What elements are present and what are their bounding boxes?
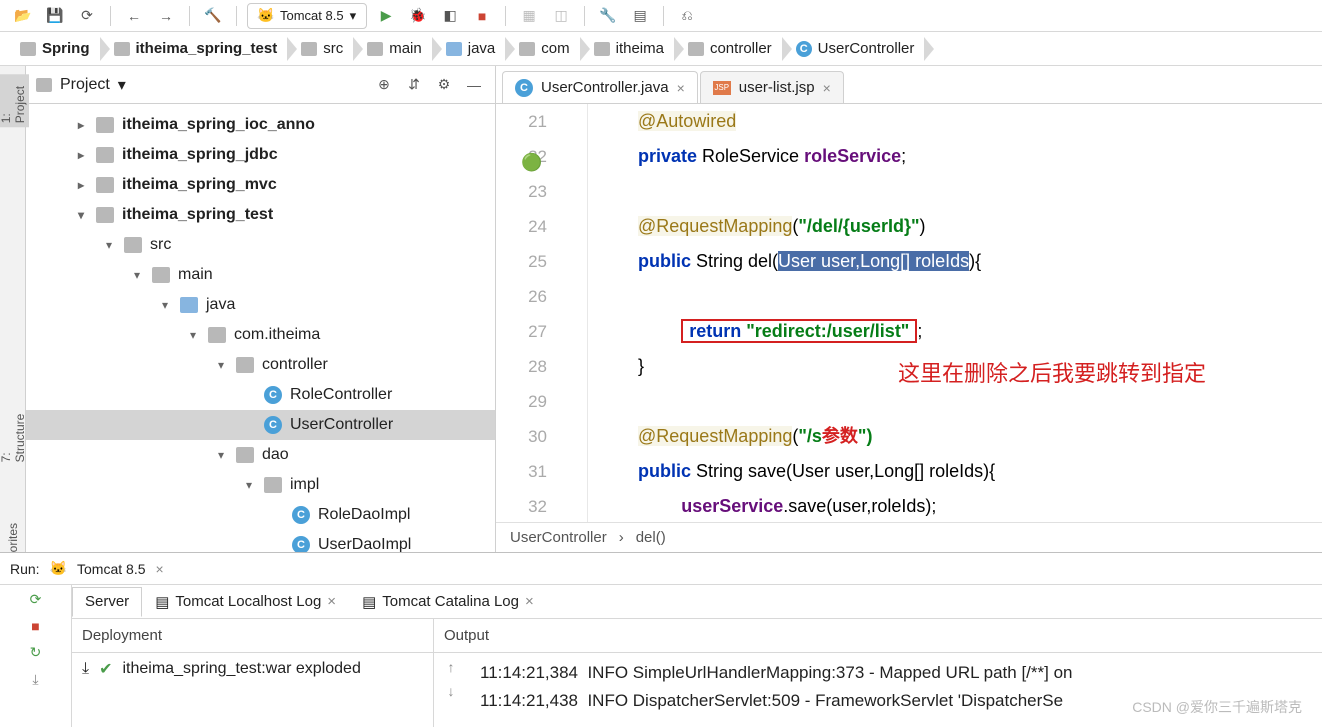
console-output[interactable]: 11:14:21,384 INFO SimpleUrlHandlerMappin… bbox=[468, 653, 1322, 727]
tomcat-icon: 🐱 bbox=[258, 8, 274, 24]
tree-item[interactable]: ▾dao bbox=[26, 440, 495, 470]
project-tool-button[interactable]: 1: Project bbox=[0, 74, 29, 127]
collapse-icon[interactable]: ⇵ bbox=[403, 74, 425, 96]
run-panel: Run: 🐱 Tomcat 8.5 × ⟳ ■ ↻ ⤓ Server ▤Tomc… bbox=[0, 552, 1322, 727]
tree-item[interactable]: CRoleDaoImpl bbox=[26, 500, 495, 530]
tree-item[interactable]: ▸itheima_spring_jdbc bbox=[26, 140, 495, 170]
stop-icon[interactable]: ■ bbox=[31, 618, 39, 634]
run-config-name: Tomcat 8.5 bbox=[77, 561, 145, 577]
tomcat-icon: 🐱 bbox=[50, 560, 67, 577]
close-icon[interactable]: × bbox=[823, 80, 831, 96]
run-config-selector[interactable]: 🐱 Tomcat 8.5 ▾ bbox=[247, 3, 367, 29]
close-icon[interactable]: × bbox=[525, 593, 534, 610]
run-side-toolbar: ⟳ ■ ↻ ⤓ bbox=[0, 585, 72, 727]
down-icon[interactable]: ↓ bbox=[448, 683, 455, 699]
layout2-icon[interactable]: ◫ bbox=[548, 4, 574, 28]
crumb-class[interactable]: UserController bbox=[510, 529, 607, 546]
rerun-icon[interactable]: ⟳ bbox=[30, 591, 42, 608]
deployment-item[interactable]: ⤓ ✔ itheima_spring_test:war exploded bbox=[72, 653, 433, 685]
tree-item[interactable]: ▸itheima_spring_ioc_anno bbox=[26, 110, 495, 140]
project-tree[interactable]: ▸itheima_spring_ioc_anno▸itheima_spring_… bbox=[26, 104, 495, 552]
line-gutter: 21 22🟢 23 24 25 26 27 28 29 30 31 32 bbox=[496, 104, 588, 522]
crumb-java[interactable]: java bbox=[434, 34, 508, 64]
favorites-tool-button[interactable]: orites bbox=[6, 523, 20, 552]
chevron-down-icon: ▾ bbox=[350, 8, 357, 24]
close-icon[interactable]: × bbox=[677, 80, 685, 96]
annotation-note: 这里在删除之后我要跳转到指定 bbox=[898, 356, 1206, 391]
chevron-down-icon[interactable]: ▾ bbox=[118, 75, 126, 95]
deployment-header: Deployment bbox=[72, 619, 433, 653]
gear-icon[interactable]: ⚙ bbox=[433, 74, 455, 96]
build-icon[interactable]: 🔨 bbox=[200, 4, 226, 28]
tree-item[interactable]: ▾com.itheima bbox=[26, 320, 495, 350]
structure-icon[interactable]: ▤ bbox=[627, 4, 653, 28]
tree-item[interactable]: CUserController bbox=[26, 410, 495, 440]
crumb-itheima[interactable]: itheima bbox=[582, 34, 676, 64]
crumb-class[interactable]: CUserController bbox=[784, 34, 927, 64]
project-panel: Project ▾ ⊕ ⇵ ⚙ — ▸itheima_spring_ioc_ann… bbox=[26, 66, 496, 552]
tab-userlist[interactable]: JSPuser-list.jsp× bbox=[700, 71, 844, 103]
tree-item[interactable]: ▾controller bbox=[26, 350, 495, 380]
tree-item[interactable]: ▾main bbox=[26, 260, 495, 290]
crumb-spring[interactable]: Spring bbox=[8, 34, 102, 64]
deploy-icon: ⤓ bbox=[82, 660, 89, 678]
refresh-icon[interactable]: ⟳ bbox=[74, 4, 100, 28]
deployment-column: Deployment ⤓ ✔ itheima_spring_test:war e… bbox=[72, 619, 434, 727]
crumb-main[interactable]: main bbox=[355, 34, 434, 64]
git-icon[interactable]: ⎌ bbox=[674, 4, 700, 28]
run-icon[interactable]: ▶ bbox=[373, 4, 399, 28]
left-tool-strip: 1: Project 7: Structure orites bbox=[0, 66, 26, 552]
vcs-icon[interactable]: 🟢 bbox=[521, 145, 541, 165]
editor-breadcrumb: UserController› del() bbox=[496, 522, 1322, 552]
redeploy-icon[interactable]: ↻ bbox=[30, 644, 42, 661]
hide-icon[interactable]: — bbox=[463, 74, 485, 96]
nav-breadcrumb: Spring itheima_spring_test src main java… bbox=[0, 32, 1322, 66]
close-icon[interactable]: × bbox=[156, 561, 164, 577]
tab-localhost-log[interactable]: ▤Tomcat Localhost Log× bbox=[142, 587, 349, 617]
save-icon[interactable]: 💾 bbox=[42, 4, 68, 28]
tree-item[interactable]: ▾itheima_spring_test bbox=[26, 200, 495, 230]
run-config-label: Tomcat 8.5 bbox=[280, 8, 344, 23]
deploy-icon[interactable]: ⤓ bbox=[32, 671, 38, 688]
editor-tabs: CUserController.java× JSPuser-list.jsp× bbox=[496, 66, 1322, 104]
crumb-module[interactable]: itheima_spring_test bbox=[102, 34, 290, 64]
tree-item[interactable]: ▾java bbox=[26, 290, 495, 320]
crumb-src[interactable]: src bbox=[289, 34, 355, 64]
tab-catalina-log[interactable]: ▤Tomcat Catalina Log× bbox=[349, 587, 547, 617]
tree-item[interactable]: ▾impl bbox=[26, 470, 495, 500]
tree-item[interactable]: CUserDaoImpl bbox=[26, 530, 495, 552]
debug-icon[interactable]: 🐞 bbox=[405, 4, 431, 28]
tree-item[interactable]: ▸itheima_spring_mvc bbox=[26, 170, 495, 200]
tree-item[interactable]: ▾src bbox=[26, 230, 495, 260]
close-icon[interactable]: × bbox=[327, 593, 336, 610]
editor-area: CUserController.java× JSPuser-list.jsp× … bbox=[496, 66, 1322, 552]
locate-icon[interactable]: ⊕ bbox=[373, 74, 395, 96]
crumb-method[interactable]: del() bbox=[636, 529, 666, 546]
wrench-icon[interactable]: 🔧 bbox=[595, 4, 621, 28]
crumb-controller[interactable]: controller bbox=[676, 34, 784, 64]
forward-icon[interactable]: → bbox=[153, 4, 179, 28]
code-editor[interactable]: @Autowired private RoleService roleServi… bbox=[588, 104, 1322, 522]
tree-item[interactable]: CRoleController bbox=[26, 380, 495, 410]
coverage-icon[interactable]: ◧ bbox=[437, 4, 463, 28]
structure-tool-button[interactable]: 7: Structure bbox=[0, 407, 27, 462]
stop-icon[interactable]: ■ bbox=[469, 4, 495, 28]
up-icon[interactable]: ↑ bbox=[448, 659, 455, 675]
run-tabs: Server ▤Tomcat Localhost Log× ▤Tomcat Ca… bbox=[72, 585, 1322, 619]
tab-server[interactable]: Server bbox=[72, 587, 142, 617]
main-toolbar: 📂 💾 ⟳ ← → 🔨 🐱 Tomcat 8.5 ▾ ▶ 🐞 ◧ ■ ▦ ◫ 🔧… bbox=[0, 0, 1322, 32]
layout-icon[interactable]: ▦ bbox=[516, 4, 542, 28]
run-title: Run: bbox=[10, 561, 40, 577]
output-header: Output bbox=[434, 619, 1322, 653]
watermark: CSDN @爱你三千遍斯塔克 bbox=[1132, 693, 1302, 721]
back-icon[interactable]: ← bbox=[121, 4, 147, 28]
ok-icon: ✔ bbox=[99, 659, 112, 679]
project-panel-title: Project bbox=[60, 76, 110, 94]
open-icon[interactable]: 📂 bbox=[10, 4, 36, 28]
crumb-com[interactable]: com bbox=[507, 34, 581, 64]
tab-usercontroller[interactable]: CUserController.java× bbox=[502, 71, 698, 103]
